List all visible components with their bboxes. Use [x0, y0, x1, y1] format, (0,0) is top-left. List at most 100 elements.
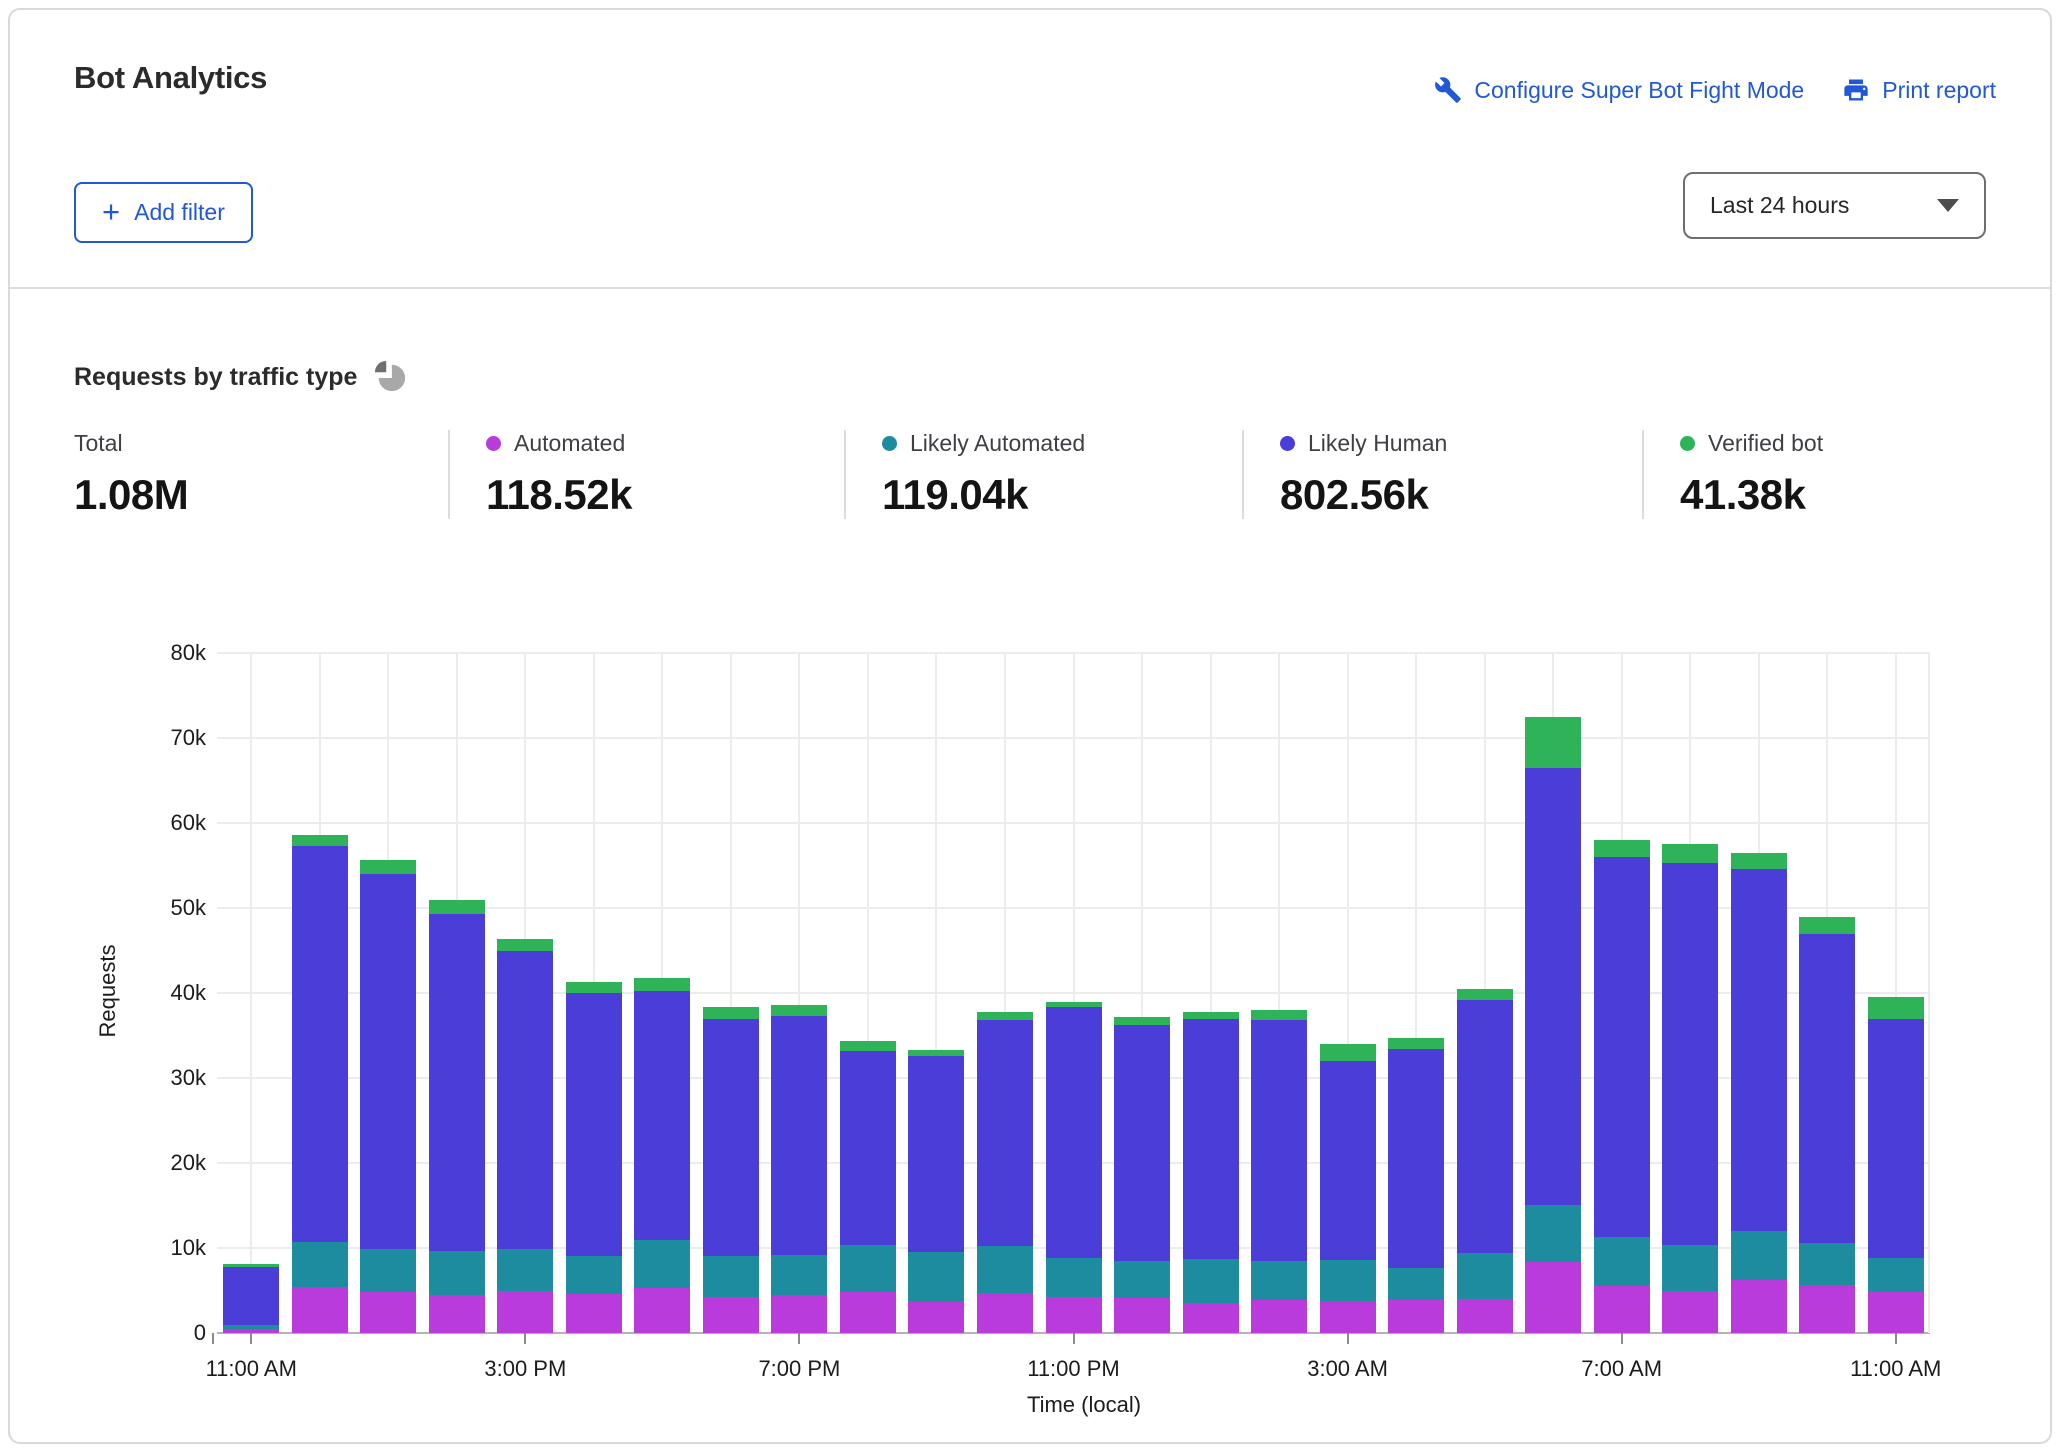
- bar-1-00-am[interactable]: [1183, 1012, 1239, 1333]
- bar-12-00-pm[interactable]: [292, 835, 348, 1333]
- y-tick-label: 40k: [96, 980, 206, 1006]
- bar-2-00-pm[interactable]: [429, 900, 485, 1333]
- bar-segment-automated: [1457, 1299, 1513, 1333]
- bar-segment-verified-bot: [1525, 717, 1581, 768]
- bar-segment-automated: [360, 1292, 416, 1333]
- bar-segment-likely-automated: [292, 1242, 348, 1287]
- bar-segment-likely-human: [1183, 1019, 1239, 1260]
- x-gridline: [250, 653, 252, 1333]
- bar-2-00-am[interactable]: [1251, 1010, 1307, 1333]
- stat-likely-automated: Likely Automated 119.04k: [844, 430, 1242, 519]
- bar-segment-likely-human: [1594, 857, 1650, 1237]
- bar-segment-verified-bot: [771, 1005, 827, 1016]
- bar-3-00-am[interactable]: [1320, 1044, 1376, 1333]
- section-header: Requests by traffic type: [74, 360, 407, 394]
- bar-segment-automated: [1251, 1300, 1307, 1333]
- bar-segment-likely-automated: [1457, 1253, 1513, 1299]
- bar-segment-likely-human: [703, 1019, 759, 1256]
- configure-super-bot-fight-mode-link[interactable]: Configure Super Bot Fight Mode: [1434, 76, 1804, 104]
- x-tick-label: 7:00 AM: [1542, 1356, 1702, 1382]
- bar-segment-verified-bot: [1799, 917, 1855, 934]
- bar-6-00-am[interactable]: [1525, 717, 1581, 1333]
- stat-verified-bot: Verified bot 41.38k: [1642, 430, 1982, 519]
- bar-8-00-pm[interactable]: [840, 1041, 896, 1333]
- bar-segment-automated: [292, 1287, 348, 1333]
- stat-total-label: Total: [74, 430, 123, 457]
- bar-segment-automated: [1046, 1297, 1102, 1333]
- stat-automated: Automated 118.52k: [448, 430, 844, 519]
- x-tick: [1621, 1333, 1623, 1344]
- bar-segment-likely-human: [292, 846, 348, 1242]
- bar-segment-automated: [1183, 1303, 1239, 1333]
- bar-segment-likely-automated: [908, 1252, 964, 1302]
- x-tick-label: 11:00 AM: [1816, 1356, 1976, 1382]
- bar-segment-verified-bot: [1868, 997, 1924, 1018]
- bar-6-00-pm[interactable]: [703, 1007, 759, 1333]
- page-title: Bot Analytics: [74, 60, 267, 96]
- y-tick-label: 20k: [96, 1150, 206, 1176]
- stat-likely-human-value: 802.56k: [1280, 471, 1642, 519]
- bar-10-00-pm[interactable]: [977, 1012, 1033, 1333]
- bar-segment-likely-human: [566, 993, 622, 1256]
- bar-7-00-am[interactable]: [1594, 840, 1650, 1333]
- y-tick-label: 30k: [96, 1065, 206, 1091]
- bar-segment-verified-bot: [292, 835, 348, 846]
- x-tick-label: 3:00 AM: [1268, 1356, 1428, 1382]
- bar-11-00-pm[interactable]: [1046, 1002, 1102, 1333]
- time-range-select[interactable]: Last 24 hours: [1683, 172, 1986, 239]
- bar-4-00-am[interactable]: [1388, 1038, 1444, 1333]
- bar-11-00-am[interactable]: [223, 1264, 279, 1333]
- bar-segment-likely-human: [1320, 1061, 1376, 1260]
- bar-segment-likely-human: [634, 991, 690, 1239]
- bar-8-00-am[interactable]: [1662, 844, 1718, 1333]
- bar-7-00-pm[interactable]: [771, 1005, 827, 1333]
- stat-verified-bot-value: 41.38k: [1680, 471, 1982, 519]
- bar-segment-likely-automated: [1594, 1237, 1650, 1286]
- chevron-down-icon: [1937, 199, 1959, 212]
- bar-10-00-am[interactable]: [1799, 917, 1855, 1333]
- bar-segment-likely-automated: [1799, 1243, 1855, 1286]
- stat-likely-automated-value: 119.04k: [882, 471, 1242, 519]
- bar-segment-likely-human: [1731, 869, 1787, 1231]
- bar-segment-likely-human: [497, 951, 553, 1249]
- stat-likely-human: Likely Human 802.56k: [1242, 430, 1642, 519]
- plot-right-border: [1928, 653, 1930, 1333]
- bar-segment-automated: [634, 1288, 690, 1333]
- bar-segment-likely-human: [360, 874, 416, 1249]
- stat-total: Total 1.08M: [74, 430, 448, 519]
- bar-segment-likely-human: [1457, 1000, 1513, 1253]
- bar-4-00-pm[interactable]: [566, 982, 622, 1333]
- bar-segment-likely-automated: [1183, 1259, 1239, 1303]
- bar-segment-automated: [1731, 1280, 1787, 1333]
- add-filter-button[interactable]: + Add filter: [74, 182, 253, 243]
- bar-12-00-am[interactable]: [1114, 1017, 1170, 1333]
- bar-segment-automated: [840, 1292, 896, 1333]
- bar-segment-likely-human: [1799, 934, 1855, 1243]
- bar-9-00-pm[interactable]: [908, 1050, 964, 1333]
- bar-1-00-pm[interactable]: [360, 860, 416, 1333]
- bar-segment-likely-automated: [1114, 1261, 1170, 1298]
- header-links: Configure Super Bot Fight Mode Print rep…: [1434, 76, 1996, 104]
- bar-9-00-am[interactable]: [1731, 853, 1787, 1333]
- bar-segment-likely-automated: [1662, 1245, 1718, 1291]
- bar-11-00-am[interactable]: [1868, 997, 1924, 1333]
- print-report-link[interactable]: Print report: [1842, 76, 1996, 104]
- bar-segment-verified-bot: [1183, 1012, 1239, 1019]
- bar-segment-verified-bot: [1731, 853, 1787, 869]
- bar-segment-likely-automated: [1868, 1258, 1924, 1292]
- bar-5-00-am[interactable]: [1457, 989, 1513, 1333]
- print-link-label: Print report: [1882, 77, 1996, 104]
- stat-likely-human-label: Likely Human: [1308, 430, 1447, 457]
- bar-segment-verified-bot: [1662, 844, 1718, 863]
- y-tick-label: 0: [96, 1320, 206, 1346]
- bar-segment-likely-human: [908, 1056, 964, 1252]
- bar-5-00-pm[interactable]: [634, 978, 690, 1333]
- bar-segment-verified-bot: [566, 982, 622, 993]
- bar-3-00-pm[interactable]: [497, 939, 553, 1333]
- x-tick: [1347, 1333, 1349, 1344]
- bar-segment-automated: [1388, 1300, 1444, 1333]
- verified-bot-dot-icon: [1680, 436, 1695, 451]
- bar-segment-automated: [1799, 1285, 1855, 1333]
- bar-segment-automated: [1114, 1298, 1170, 1333]
- bar-segment-likely-automated: [771, 1255, 827, 1295]
